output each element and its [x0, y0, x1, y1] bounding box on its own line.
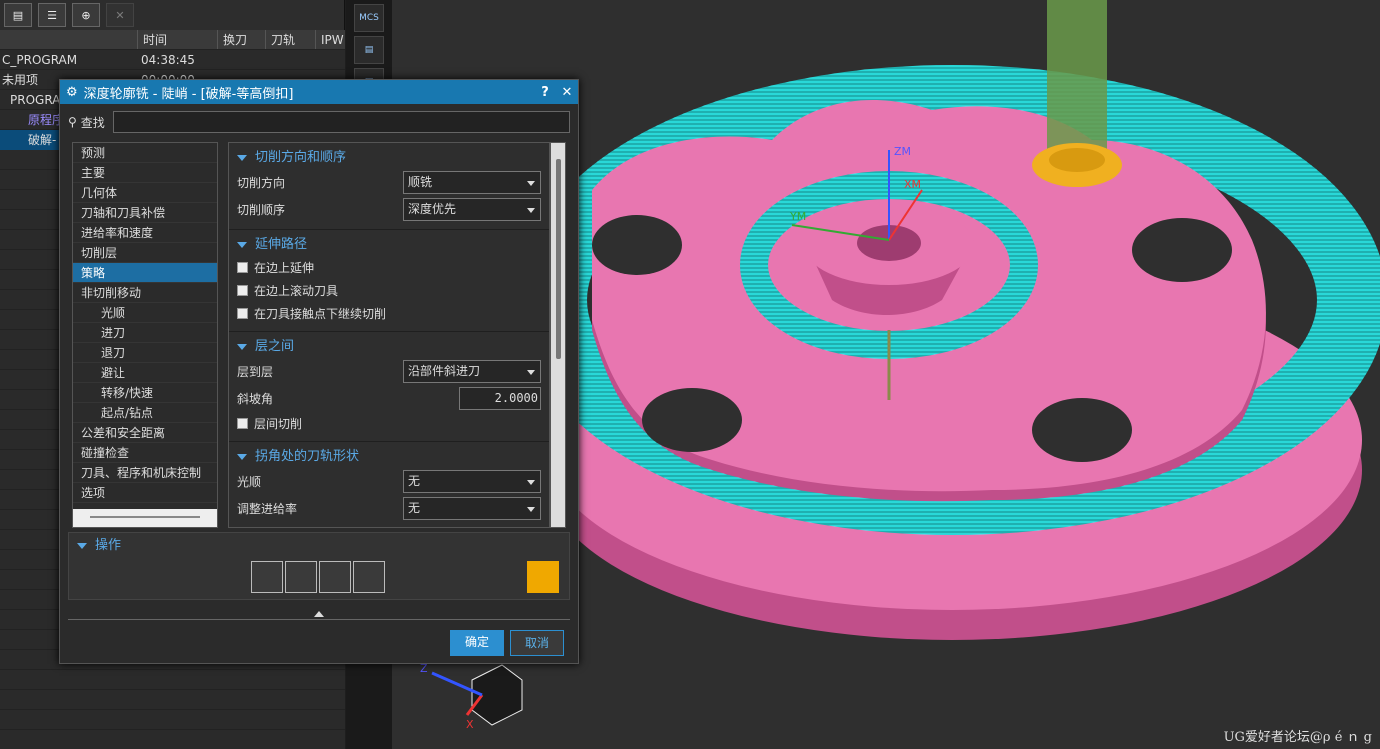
find-label: 查找 — [80, 115, 105, 130]
notch — [642, 388, 742, 452]
deep-contour-milling-dialog: ⚙ 深度轮廓铣 - 陡峭 - [破解-等高倒扣] ? ✕ ⚲ 查找 预测 主要 … — [59, 79, 579, 664]
tree-item-tolerance[interactable]: 公差和安全距离 — [73, 423, 217, 443]
tree-item-collision[interactable]: 碰撞检查 — [73, 443, 217, 463]
cut-order-label: 切削顺序 — [237, 203, 286, 217]
actions-header[interactable]: 操作 — [77, 535, 569, 557]
tree-item-geometry[interactable]: 几何体 — [73, 183, 217, 203]
checkbox-box[interactable] — [237, 418, 248, 429]
corner-shape-header[interactable]: 拐角处的刀轨形状 — [237, 446, 541, 468]
tree-item-engage[interactable]: 进刀 — [73, 323, 217, 343]
notch — [1032, 398, 1132, 462]
binoculars-icon: ⚲ — [68, 115, 77, 129]
tree-item-strategy[interactable]: 策略 — [73, 263, 217, 283]
tree-hscroll-thumb[interactable] — [90, 516, 200, 518]
tree-item-machine-control[interactable]: 刀具、程序和机床控制 — [73, 463, 217, 483]
tree-item-feeds[interactable]: 进给率和速度 — [73, 223, 217, 243]
between-levels-section: 层之间 层到层 沿部件斜进刀 斜坡角 2.0000 层间切削 — [229, 332, 549, 442]
tree-item-transfer[interactable]: 转移/快速 — [73, 383, 217, 403]
dialog-title: 深度轮廓铣 - 陡峭 - [破解-等高倒扣] — [83, 86, 294, 102]
notch — [1132, 218, 1232, 282]
replay-toolpath-icon[interactable] — [285, 561, 317, 593]
level-to-level-select[interactable]: 沿部件斜进刀 — [403, 360, 541, 383]
between-levels-header[interactable]: 层之间 — [237, 336, 541, 358]
cut-between-levels-checkbox[interactable]: 层间切削 — [237, 412, 541, 435]
extend-path-section: 延伸路径 在边上延伸 在边上滚动刀具 在刀具接触点下继续切削 — [229, 230, 549, 332]
tree-item-smoothing[interactable]: 光顺 — [73, 303, 217, 323]
find-input[interactable] — [112, 111, 570, 133]
tree-item-non-cutting[interactable]: 非切削移动 — [73, 283, 217, 303]
level-to-level-label: 层到层 — [237, 365, 274, 379]
list-toolpath-icon[interactable] — [353, 561, 385, 593]
tree-hscroll[interactable] — [73, 509, 217, 527]
verify-toolpath-icon[interactable] — [319, 561, 351, 593]
find-bar: ⚲ 查找 — [68, 110, 570, 134]
roll-tool-over-edges-checkbox[interactable]: 在边上滚动刀具 — [237, 279, 541, 302]
settings-tree: 预测 主要 几何体 刀轴和刀具补偿 进给率和速度 切削层 策略 非切削移动 光顺… — [72, 142, 218, 528]
corner-shape-section: 拐角处的刀轨形状 光顺无 调整进给率无 — [229, 442, 549, 527]
extend-at-edges-checkbox[interactable]: 在边上延伸 — [237, 256, 541, 279]
checkbox-box[interactable] — [237, 285, 248, 296]
checkbox-box[interactable] — [237, 308, 248, 319]
navigator-header: 时间 换刀 刀轨 IPW — [0, 30, 345, 50]
col-time[interactable]: 时间 — [137, 30, 217, 49]
chevron-up-icon — [314, 611, 324, 617]
ramp-angle-input[interactable]: 2.0000 — [459, 387, 541, 410]
calculate-options-icon[interactable] — [527, 561, 559, 593]
program-order-view-icon[interactable]: ▤ — [4, 3, 32, 27]
tree-item-predict[interactable]: 预测 — [73, 143, 217, 163]
table-row[interactable]: C_PROGRAM 04:38:45 — [0, 50, 345, 70]
close-icon[interactable]: ✕ — [556, 85, 578, 100]
cut-order-select[interactable]: 深度优先 — [403, 198, 541, 221]
col-toolchange[interactable]: 换刀 — [217, 30, 265, 49]
feed-adjust-label: 调整进给率 — [237, 502, 298, 516]
tool-tip — [1049, 148, 1105, 172]
pane-vscroll-thumb[interactable] — [556, 159, 561, 359]
machine-tool-view-icon[interactable]: ☰ — [38, 3, 66, 27]
list-icon[interactable]: ▤ — [354, 36, 384, 64]
tree-item-options[interactable]: 选项 — [73, 483, 217, 503]
notch — [592, 215, 682, 275]
watermark: UG爱好者论坛@ρ é ｎ g — [1223, 730, 1372, 745]
generate-toolpath-icon[interactable] — [251, 561, 283, 593]
cutting-tool — [1047, 0, 1107, 150]
extend-path-header[interactable]: 延伸路径 — [237, 234, 541, 256]
tree-item-cut-levels[interactable]: 切削层 — [73, 243, 217, 263]
tree-item-tool-axis[interactable]: 刀轴和刀具补偿 — [73, 203, 217, 223]
dialog-titlebar[interactable]: ⚙ 深度轮廓铣 - 陡峭 - [破解-等高倒扣] ? ✕ — [60, 80, 578, 104]
tree-item-avoidance[interactable]: 避让 — [73, 363, 217, 383]
tree-item-retract[interactable]: 退刀 — [73, 343, 217, 363]
checkbox-box[interactable] — [237, 262, 248, 273]
tree-item-main[interactable]: 主要 — [73, 163, 217, 183]
mcs-eye-icon[interactable]: MCS — [354, 4, 384, 32]
collapse-arrow[interactable] — [68, 606, 570, 620]
col-name[interactable] — [0, 30, 137, 49]
cut-direction-section: 切削方向和顺序 切削方向 顺铣 切削顺序 深度优先 — [229, 143, 549, 230]
navigator-toolbar: ▤ ☰ ⊕ ✕ — [0, 0, 344, 30]
tree-item-start-points[interactable]: 起点/钻点 — [73, 403, 217, 423]
smoothing-select[interactable]: 无 — [403, 470, 541, 493]
col-toolpath[interactable]: 刀轨 — [265, 30, 315, 49]
ok-button[interactable]: 确定 — [450, 630, 504, 656]
cut-direction-label: 切削方向 — [237, 176, 286, 190]
strategy-pane: 切削方向和顺序 切削方向 顺铣 切削顺序 深度优先 延伸路径 在边上延伸 在边上滚动… — [228, 142, 550, 528]
xm-label: XM — [904, 178, 921, 191]
create-operation-icon[interactable]: ⊕ — [72, 3, 100, 27]
col-ipw[interactable]: IPW — [315, 30, 345, 49]
continue-below-contact-checkbox[interactable]: 在刀具接触点下继续切削 — [237, 302, 541, 325]
delete-operation-icon[interactable]: ✕ — [106, 3, 134, 27]
ym-label: YM — [789, 210, 806, 223]
cut-direction-select[interactable]: 顺铣 — [403, 171, 541, 194]
triad-x-label: X — [466, 718, 474, 731]
ramp-angle-label: 斜坡角 — [237, 392, 274, 406]
smoothing-label: 光顺 — [237, 475, 262, 489]
feed-adjust-select[interactable]: 无 — [403, 497, 541, 520]
gear-icon: ⚙ — [66, 84, 78, 100]
actions-section: 操作 — [68, 532, 570, 600]
help-icon[interactable]: ? — [534, 85, 556, 100]
zm-label: ZM — [894, 145, 911, 158]
pane-vscroll[interactable] — [550, 142, 566, 528]
cancel-button[interactable]: 取消 — [510, 630, 564, 656]
cut-direction-header[interactable]: 切削方向和顺序 — [237, 147, 541, 169]
